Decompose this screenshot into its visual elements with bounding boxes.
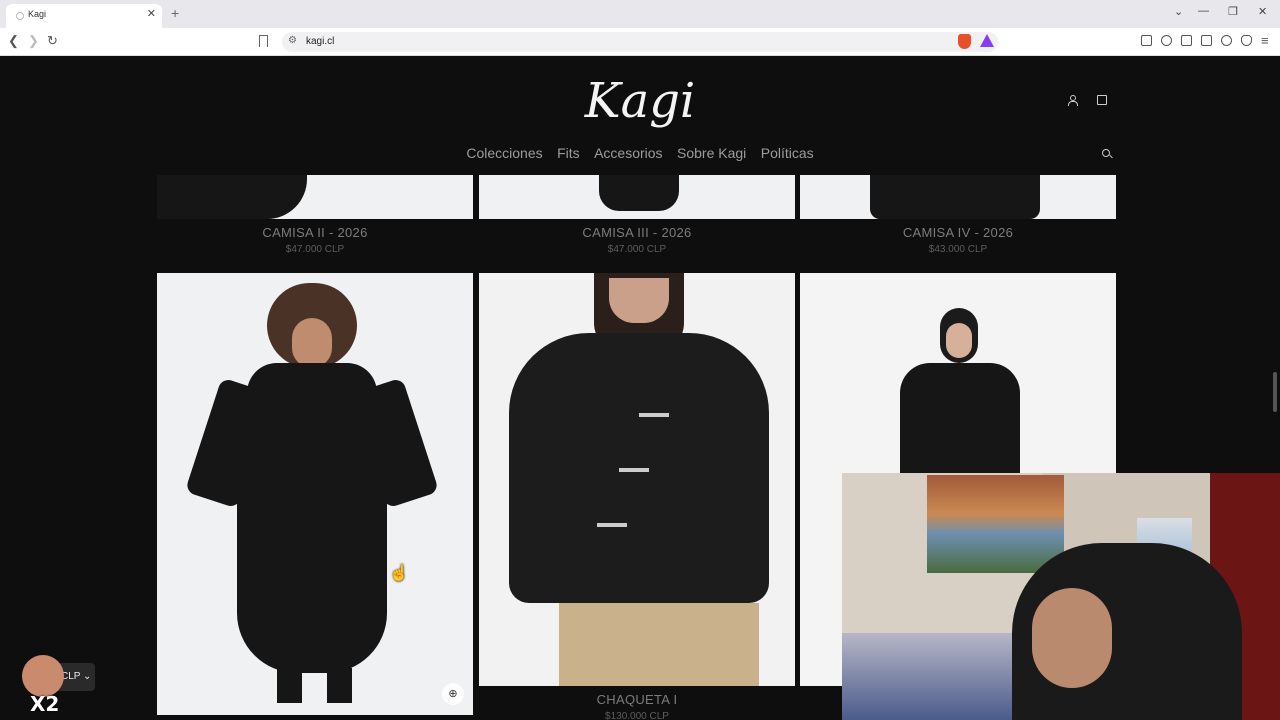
puzzle-icon[interactable]: [1161, 35, 1172, 46]
product-image-camisa-iii[interactable]: [479, 175, 795, 219]
bookmark-icon[interactable]: [259, 35, 268, 47]
product-title[interactable]: CHAQUETA I: [478, 692, 796, 707]
account-icon[interactable]: [1067, 95, 1078, 106]
product-image-camisa-ii[interactable]: [157, 175, 473, 219]
tab-search-icon[interactable]: ⌄: [1174, 5, 1183, 18]
sidebar-icon[interactable]: [1181, 35, 1192, 46]
product-image-camisa-iv[interactable]: [800, 175, 1116, 219]
emote-icon: [22, 655, 64, 697]
site-info-icon[interactable]: ⚙: [288, 35, 297, 46]
nav-colecciones[interactable]: Colecciones: [466, 145, 542, 161]
url-text[interactable]: kagi.cl: [306, 36, 334, 47]
cart-icon[interactable]: [1097, 95, 1107, 105]
address-bar[interactable]: ⚙ kagi.cl: [282, 32, 998, 52]
multiplier-label: X2: [30, 692, 60, 716]
add-to-bag-icon[interactable]: ⊕: [442, 683, 464, 705]
new-tab-button[interactable]: +: [171, 5, 179, 21]
store-logo[interactable]: Kagi: [565, 61, 715, 141]
maximize-button[interactable]: ❐: [1228, 5, 1238, 18]
tab-title: Kagi: [28, 9, 47, 19]
product-title[interactable]: CAMISA III - 2026: [478, 225, 796, 240]
search-icon[interactable]: [1102, 149, 1110, 157]
wall-poster: [927, 475, 1064, 573]
leo-ai-icon[interactable]: [1221, 35, 1232, 46]
product-image-outfit[interactable]: [157, 273, 473, 715]
product-price: $47.000 CLP: [285, 244, 345, 255]
back-icon[interactable]: ❮: [8, 33, 19, 49]
extension-icon[interactable]: [1141, 35, 1152, 46]
product-price: $43.000 CLP: [928, 244, 988, 255]
product-price: $130.000 CLP: [605, 711, 669, 720]
brave-rewards-icon[interactable]: [980, 34, 994, 47]
favicon-icon: [16, 12, 24, 20]
wallet-icon[interactable]: [1201, 35, 1212, 46]
minimize-button[interactable]: —: [1198, 5, 1209, 17]
vpn-icon[interactable]: [1241, 35, 1252, 46]
nav-sobre-kagi[interactable]: Sobre Kagi: [677, 145, 746, 161]
nav-fits[interactable]: Fits: [557, 145, 580, 161]
menu-icon[interactable]: ≡: [1261, 33, 1269, 48]
product-price: $47.000 CLP: [607, 244, 667, 255]
tab-close-icon[interactable]: ✕: [147, 7, 156, 20]
product-title[interactable]: CAMISA II - 2026: [156, 225, 474, 240]
forward-icon[interactable]: ❯: [28, 33, 39, 49]
webcam-overlay: [842, 473, 1280, 720]
product-title[interactable]: CAMISA IV - 2026: [799, 225, 1117, 240]
main-nav: Colecciones Fits Accesorios Sobre Kagi P…: [0, 145, 1280, 165]
scrollbar-thumb[interactable]: [1273, 372, 1277, 412]
browser-tab-bar: Kagi ✕ + ⌄ — ❐ ✕: [0, 0, 1280, 28]
nav-accesorios[interactable]: Accesorios: [594, 145, 662, 161]
product-image-chaqueta-i[interactable]: [479, 273, 795, 686]
brave-shields-icon[interactable]: [958, 34, 971, 49]
nav-politicas[interactable]: Políticas: [761, 145, 814, 161]
browser-tab[interactable]: Kagi ✕: [6, 4, 162, 28]
browser-toolbar: ❮ ❯ ↻ ⚙ kagi.cl ≡: [0, 28, 1280, 56]
mouse-cursor: ☝: [389, 565, 409, 582]
close-window-button[interactable]: ✕: [1258, 5, 1267, 18]
reload-icon[interactable]: ↻: [47, 33, 58, 49]
